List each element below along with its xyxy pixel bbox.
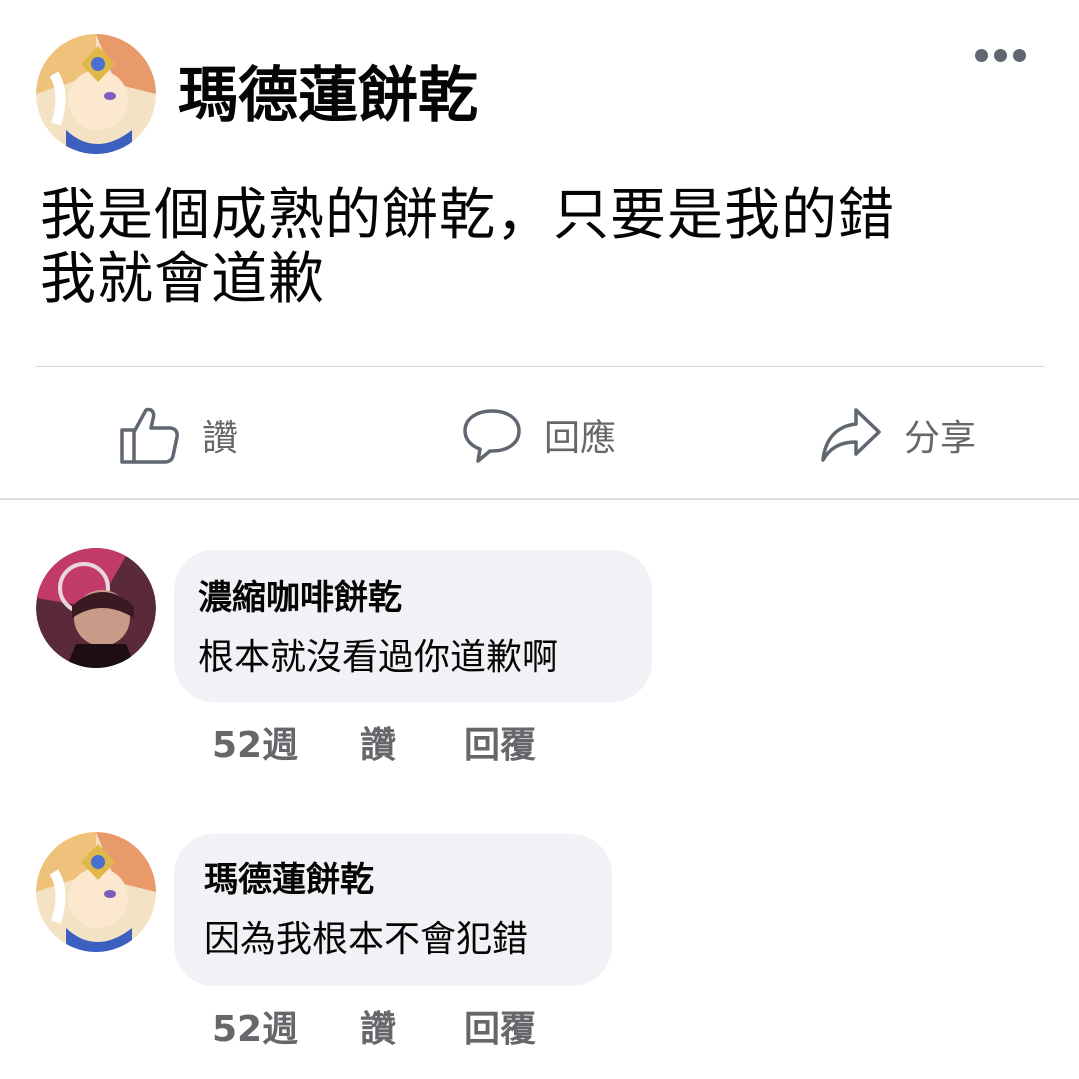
post-author-avatar[interactable]	[36, 34, 156, 154]
speech-bubble-icon	[463, 409, 521, 463]
comment-author-name[interactable]: 瑪德蓮餅乾	[204, 858, 374, 902]
comment-like-link[interactable]: 讚	[360, 1006, 396, 1054]
comment-avatar[interactable]	[36, 548, 156, 668]
post-text-line: 我是個成熟的餅乾，只要是我的錯	[40, 183, 895, 248]
share-button[interactable]: 分享	[820, 400, 976, 470]
comment-time[interactable]: 52週	[212, 722, 298, 770]
post-text: 我是個成熟的餅乾，只要是我的錯 我就會道歉	[40, 184, 1050, 312]
share-arrow-icon	[821, 408, 881, 462]
share-label: 分享	[904, 418, 977, 459]
comment-text: 根本就沒看過你道歉啊	[198, 637, 559, 678]
thumbs-up-icon	[120, 407, 179, 464]
like-label: 讚	[202, 418, 239, 459]
comment-avatar[interactable]	[36, 832, 156, 952]
post-divider	[36, 366, 1044, 367]
comment-time[interactable]: 52週	[212, 1006, 298, 1054]
comment-button[interactable]: 回應	[462, 400, 616, 470]
section-divider	[0, 498, 1079, 500]
comment-text: 因為我根本不會犯錯	[204, 919, 529, 960]
post-text-line: 我就會道歉	[40, 247, 325, 312]
comment-author-name[interactable]: 濃縮咖啡餅乾	[198, 576, 402, 620]
comment-label: 回應	[544, 418, 617, 459]
comment-reply-link[interactable]: 回覆	[464, 1006, 536, 1054]
post-author-name[interactable]: 瑪德蓮餅乾	[178, 58, 478, 134]
more-options-icon[interactable]	[972, 40, 1028, 70]
like-button[interactable]: 讚	[118, 400, 238, 470]
comment-like-link[interactable]: 讚	[360, 722, 396, 770]
comment-reply-link[interactable]: 回覆	[464, 722, 536, 770]
